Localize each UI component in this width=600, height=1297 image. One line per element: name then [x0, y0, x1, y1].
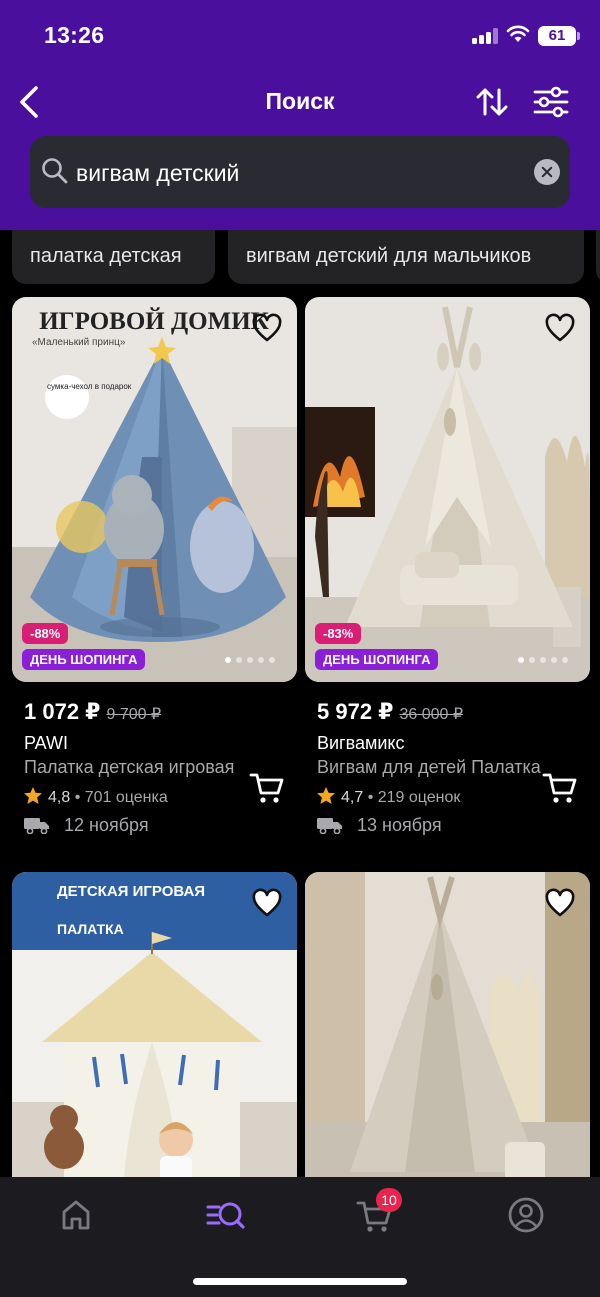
- suggestion-chips: палатка детская вигвам детский для мальч…: [0, 230, 600, 286]
- home-icon[interactable]: [56, 1195, 96, 1235]
- truck-icon: [317, 818, 342, 834]
- product-card[interactable]: -83% ДЕНЬ ШОПИНГА 5 972 ₽ 36 000 ₽ Вигвам…: [305, 297, 590, 857]
- sort-icon[interactable]: [474, 84, 510, 120]
- old-price: 36 000 ₽: [399, 706, 464, 723]
- profile-icon[interactable]: [506, 1195, 546, 1235]
- star-icon: [24, 787, 42, 804]
- favorite-heart-icon[interactable]: [544, 888, 576, 918]
- old-price: 9 700 ₽: [106, 706, 162, 723]
- discount-badge: -88%: [22, 623, 69, 644]
- status-time: 13:26: [44, 22, 105, 48]
- tent-photo: ДЕТСКАЯ ИГРОВАЯ ПАЛАТКА: [12, 872, 297, 1192]
- product-image[interactable]: -83% ДЕНЬ ШОПИНГА: [305, 297, 590, 682]
- brand: Вигвамикс: [317, 733, 405, 753]
- brand: PAWI: [24, 733, 68, 753]
- product-card[interactable]: [305, 872, 590, 1192]
- favorite-heart-icon[interactable]: [251, 888, 283, 918]
- discount-badge: -83%: [315, 623, 362, 644]
- signal-icon: [472, 28, 498, 44]
- rating-value: 4,7: [341, 789, 364, 806]
- product-image[interactable]: ДЕТСКАЯ ИГРОВАЯ ПАЛАТКА: [12, 872, 297, 1192]
- image-caption: «Маленький принц»: [32, 337, 126, 348]
- catalog-search-icon[interactable]: [206, 1195, 246, 1235]
- battery-icon: 61: [538, 26, 580, 46]
- product-image[interactable]: ИГРОВОЙ ДОМИК «Маленький принц» сумка-че…: [12, 297, 297, 682]
- price: 1 072 ₽: [24, 699, 101, 724]
- image-carousel-dots: [518, 655, 568, 665]
- price-row: 5 972 ₽ 36 000 ₽: [317, 699, 463, 725]
- rating-value: 4,8: [48, 789, 71, 806]
- status-bar: 13:26 61: [0, 0, 600, 70]
- header: 13:26 61 Поиск вигвам детский: [0, 0, 600, 230]
- promo-badge: ДЕНЬ ШОПИНГА: [22, 649, 146, 670]
- delivery-row: 13 ноября: [317, 815, 442, 836]
- reviews-count: 701 оценка: [84, 789, 168, 806]
- delivery-date: 13 ноября: [357, 815, 442, 835]
- favorite-heart-icon[interactable]: [251, 313, 283, 343]
- wifi-icon: [506, 25, 530, 42]
- product-image[interactable]: [305, 872, 590, 1192]
- search-icon: [42, 158, 68, 184]
- promo-badge: ДЕНЬ ШОПИНГА: [315, 649, 439, 670]
- delivery-row: 12 ноября: [24, 815, 149, 836]
- product-card[interactable]: ИГРОВОЙ ДОМИК «Маленький принц» сумка-че…: [12, 297, 297, 857]
- star-icon: [317, 787, 335, 804]
- truck-icon: [24, 818, 49, 834]
- chip-suggestion[interactable]: вигвам детский для мальчиков: [228, 230, 584, 284]
- image-caption: ДЕТСКАЯ ИГРОВАЯ: [57, 883, 205, 900]
- home-indicator[interactable]: [193, 1278, 407, 1285]
- cart-count-badge: 10: [376, 1188, 402, 1212]
- chip-suggestion[interactable]: палатка детская: [12, 230, 215, 284]
- image-caption: сумка-чехол в подарок: [47, 382, 132, 391]
- reviews-count: 219 оценок: [377, 789, 461, 806]
- image-carousel-dots: [225, 655, 275, 665]
- favorite-heart-icon[interactable]: [544, 313, 576, 343]
- page-title: Поиск: [265, 88, 335, 114]
- clear-icon[interactable]: [534, 159, 560, 185]
- add-to-cart-icon[interactable]: [542, 771, 578, 805]
- product-name[interactable]: Вигвам для детей Палатка: [317, 757, 549, 778]
- price: 5 972 ₽: [317, 699, 394, 724]
- chip-suggestion[interactable]: [596, 230, 600, 284]
- rating-row: 4,7 • 219 оценок: [317, 787, 460, 807]
- teepee-photo: [305, 872, 590, 1192]
- search-query[interactable]: вигвам детский: [76, 160, 239, 187]
- product-card[interactable]: ДЕТСКАЯ ИГРОВАЯ ПАЛАТКА: [12, 872, 297, 1192]
- image-caption: ИГРОВОЙ ДОМИК: [39, 307, 269, 335]
- filter-icon[interactable]: [532, 84, 570, 120]
- rating-row: 4,8 • 701 оценка: [24, 787, 168, 807]
- delivery-date: 12 ноября: [64, 815, 149, 835]
- search-input[interactable]: вигвам детский: [30, 136, 570, 208]
- add-to-cart-icon[interactable]: [249, 771, 285, 805]
- product-name[interactable]: Палатка детская игровая: [24, 757, 256, 778]
- price-row: 1 072 ₽ 9 700 ₽: [24, 699, 161, 725]
- image-caption: ПАЛАТКА: [57, 921, 124, 937]
